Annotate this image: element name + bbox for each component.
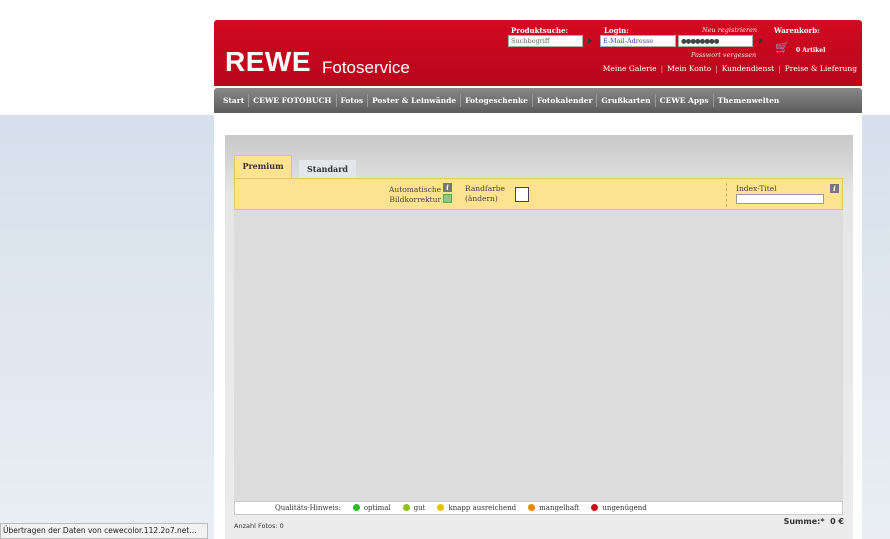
legend-ungenuegend: ungenügend: [591, 504, 647, 512]
cart-count[interactable]: 0 Artikel: [796, 47, 825, 54]
nav-poster[interactable]: Poster & Leinwände: [368, 94, 462, 107]
search-input[interactable]: Suchbegriff: [508, 35, 583, 47]
link-galerie[interactable]: Meine Galerie: [603, 64, 657, 73]
legend-knapp: knapp ausreichend: [437, 504, 516, 512]
index-title-input[interactable]: [736, 194, 824, 204]
nav-fotogeschenke[interactable]: Fotogeschenke: [461, 94, 533, 107]
index-info-icon[interactable]: i: [830, 184, 839, 193]
logo[interactable]: REWE: [225, 46, 311, 78]
nav-fotokalender[interactable]: Fotokalender: [533, 94, 598, 107]
login-arrow-icon[interactable]: [759, 38, 763, 44]
index-title-label: Index-Titel: [736, 184, 777, 193]
sum: Summe:* 0 €: [783, 517, 844, 526]
forgot-password-link[interactable]: Passwort vergessen: [691, 51, 756, 59]
nav-fotobuch[interactable]: CEWE FOTOBUCH: [249, 94, 337, 107]
sum-value: 0 €: [830, 517, 844, 526]
link-preise[interactable]: Preise & Lieferung: [785, 64, 857, 73]
auto-correct-label-1: Automatische: [389, 185, 442, 194]
divider: [726, 183, 727, 207]
border-color-label: Randfarbe: [465, 184, 505, 193]
red-dot-icon: [591, 504, 599, 511]
options-bar: Automatische Bildkorrektur i Randfarbe (…: [234, 178, 843, 210]
legend-gut: gut: [402, 504, 425, 512]
photo-count: Anzahl Fotos: 0: [234, 522, 284, 530]
tab-standard[interactable]: Standard: [299, 160, 356, 178]
nav-themenwelten[interactable]: Themenwelten: [714, 94, 784, 107]
quality-legend: Qualitäts-Hinweis: optimal gut knapp aus…: [234, 501, 843, 515]
status-bar: Übertragen der Daten von cewecolor.112.2…: [0, 523, 208, 539]
legend-optimal: optimal: [352, 504, 391, 512]
info-icon[interactable]: i: [443, 183, 452, 192]
lightgreen-dot-icon: [402, 504, 410, 511]
header: REWE Fotoservice Produktsuche: Suchbegri…: [214, 20, 862, 86]
legend-label: Qualitäts-Hinweis:: [275, 504, 341, 512]
green-dot-icon: [352, 504, 360, 511]
auto-correct-label-2: Bildkorrektur: [389, 195, 442, 204]
auto-correct-checkbox[interactable]: [443, 194, 452, 203]
border-color-swatch[interactable]: [515, 187, 529, 202]
legend-mangelhaft: mangelhaft: [528, 504, 579, 512]
login-label: Login:: [604, 26, 629, 35]
photo-drop-area[interactable]: [234, 210, 843, 501]
nav-apps[interactable]: CEWE Apps: [656, 94, 714, 107]
search-arrow-icon[interactable]: [588, 38, 592, 44]
link-kundendienst[interactable]: Kundendienst: [722, 64, 775, 73]
password-input[interactable]: ●●●●●●●●: [678, 35, 753, 47]
cart-icon[interactable]: 🛒: [775, 41, 789, 54]
logo-subtitle: Fotoservice: [322, 58, 410, 77]
nav-grusskarten[interactable]: Grußkarten: [597, 94, 656, 107]
main-nav: Start CEWE FOTOBUCH Fotos Poster & Leinw…: [214, 88, 862, 113]
header-links: Meine Galerie | Mein Konto | Kundendienst |…: [602, 64, 857, 73]
tab-premium[interactable]: Premium: [234, 155, 292, 179]
email-input[interactable]: E-Mail-Adresse: [600, 35, 676, 47]
orange-dot-icon: [528, 504, 536, 511]
register-link[interactable]: Neu registrieren: [702, 26, 757, 34]
search-label: Produktsuche:: [511, 26, 569, 35]
nav-fotos[interactable]: Fotos: [337, 94, 369, 107]
yellow-dot-icon: [437, 504, 445, 511]
cart-label: Warenkorb:: [774, 26, 820, 35]
change-border-link[interactable]: (ändern): [465, 194, 505, 204]
link-konto[interactable]: Mein Konto: [667, 64, 711, 73]
nav-start[interactable]: Start: [219, 94, 250, 107]
